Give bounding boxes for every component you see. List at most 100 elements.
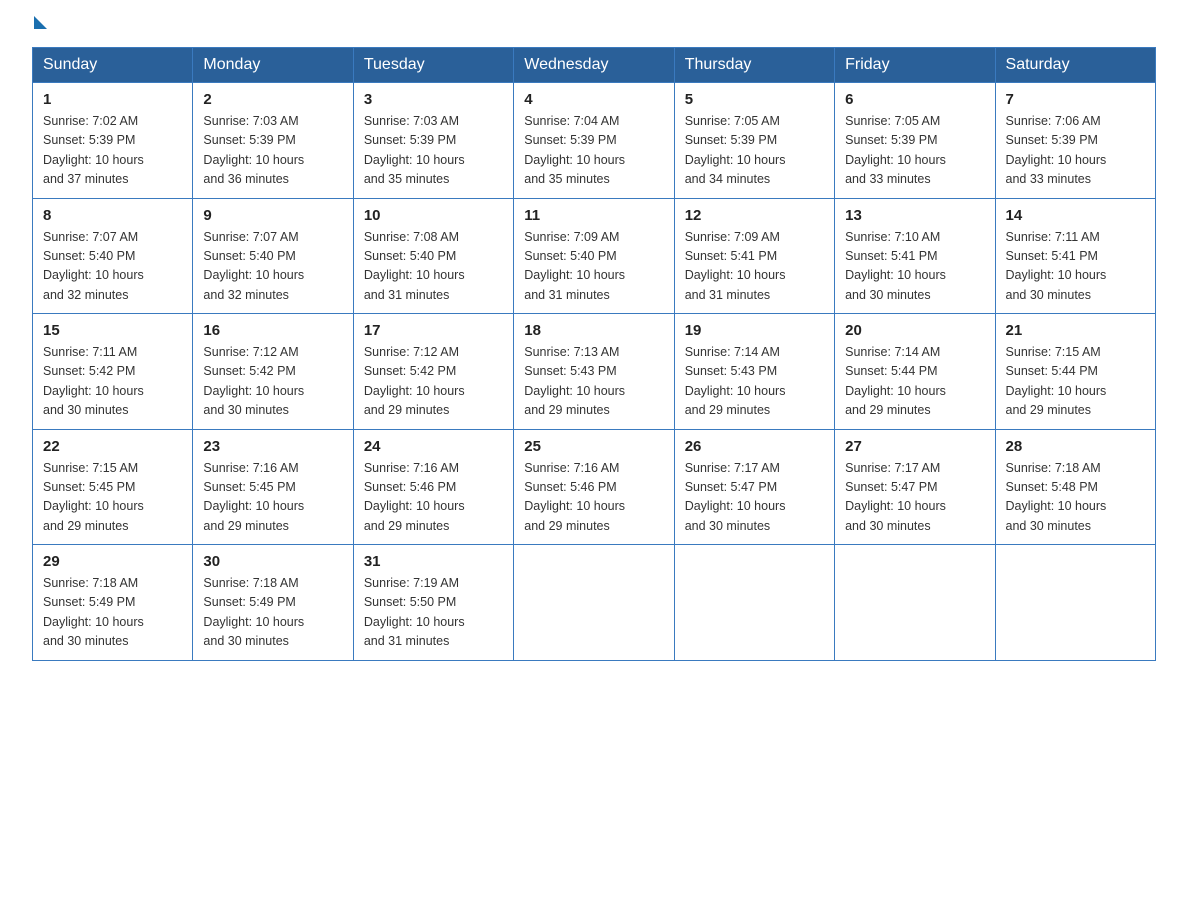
day-header-friday: Friday [835, 48, 995, 83]
calendar-week-row: 1 Sunrise: 7:02 AMSunset: 5:39 PMDayligh… [33, 83, 1156, 199]
day-number: 12 [685, 207, 824, 224]
empty-cell [835, 545, 995, 661]
day-number: 28 [1006, 438, 1145, 455]
day-number: 4 [524, 91, 663, 108]
day-number: 19 [685, 322, 824, 339]
day-number: 26 [685, 438, 824, 455]
calendar-day-cell: 7 Sunrise: 7:06 AMSunset: 5:39 PMDayligh… [995, 83, 1155, 199]
day-info: Sunrise: 7:11 AMSunset: 5:41 PMDaylight:… [1006, 230, 1107, 302]
day-info: Sunrise: 7:05 AMSunset: 5:39 PMDaylight:… [845, 114, 946, 186]
calendar-day-cell: 11 Sunrise: 7:09 AMSunset: 5:40 PMDaylig… [514, 198, 674, 314]
calendar-day-cell: 22 Sunrise: 7:15 AMSunset: 5:45 PMDaylig… [33, 429, 193, 545]
empty-cell [995, 545, 1155, 661]
calendar-day-cell: 18 Sunrise: 7:13 AMSunset: 5:43 PMDaylig… [514, 314, 674, 430]
day-info: Sunrise: 7:04 AMSunset: 5:39 PMDaylight:… [524, 114, 625, 186]
day-number: 18 [524, 322, 663, 339]
day-info: Sunrise: 7:15 AMSunset: 5:45 PMDaylight:… [43, 461, 144, 533]
day-number: 8 [43, 207, 182, 224]
day-info: Sunrise: 7:17 AMSunset: 5:47 PMDaylight:… [845, 461, 946, 533]
day-info: Sunrise: 7:12 AMSunset: 5:42 PMDaylight:… [364, 345, 465, 417]
calendar-day-cell: 3 Sunrise: 7:03 AMSunset: 5:39 PMDayligh… [353, 83, 513, 199]
day-info: Sunrise: 7:18 AMSunset: 5:49 PMDaylight:… [43, 576, 144, 648]
calendar-day-cell: 28 Sunrise: 7:18 AMSunset: 5:48 PMDaylig… [995, 429, 1155, 545]
day-number: 30 [203, 553, 342, 570]
day-number: 29 [43, 553, 182, 570]
calendar-day-cell: 2 Sunrise: 7:03 AMSunset: 5:39 PMDayligh… [193, 83, 353, 199]
calendar-day-cell: 19 Sunrise: 7:14 AMSunset: 5:43 PMDaylig… [674, 314, 834, 430]
calendar-day-cell: 20 Sunrise: 7:14 AMSunset: 5:44 PMDaylig… [835, 314, 995, 430]
day-info: Sunrise: 7:15 AMSunset: 5:44 PMDaylight:… [1006, 345, 1107, 417]
day-header-saturday: Saturday [995, 48, 1155, 83]
day-number: 7 [1006, 91, 1145, 108]
day-info: Sunrise: 7:06 AMSunset: 5:39 PMDaylight:… [1006, 114, 1107, 186]
day-info: Sunrise: 7:07 AMSunset: 5:40 PMDaylight:… [203, 230, 304, 302]
day-number: 14 [1006, 207, 1145, 224]
calendar-day-cell: 21 Sunrise: 7:15 AMSunset: 5:44 PMDaylig… [995, 314, 1155, 430]
day-info: Sunrise: 7:03 AMSunset: 5:39 PMDaylight:… [364, 114, 465, 186]
calendar-day-cell: 6 Sunrise: 7:05 AMSunset: 5:39 PMDayligh… [835, 83, 995, 199]
calendar-day-cell: 4 Sunrise: 7:04 AMSunset: 5:39 PMDayligh… [514, 83, 674, 199]
day-info: Sunrise: 7:02 AMSunset: 5:39 PMDaylight:… [43, 114, 144, 186]
calendar-day-cell: 10 Sunrise: 7:08 AMSunset: 5:40 PMDaylig… [353, 198, 513, 314]
day-number: 24 [364, 438, 503, 455]
day-number: 2 [203, 91, 342, 108]
day-number: 10 [364, 207, 503, 224]
calendar-week-row: 29 Sunrise: 7:18 AMSunset: 5:49 PMDaylig… [33, 545, 1156, 661]
day-info: Sunrise: 7:09 AMSunset: 5:40 PMDaylight:… [524, 230, 625, 302]
day-number: 1 [43, 91, 182, 108]
day-header-tuesday: Tuesday [353, 48, 513, 83]
day-number: 25 [524, 438, 663, 455]
calendar-day-cell: 25 Sunrise: 7:16 AMSunset: 5:46 PMDaylig… [514, 429, 674, 545]
calendar-day-cell: 17 Sunrise: 7:12 AMSunset: 5:42 PMDaylig… [353, 314, 513, 430]
day-number: 22 [43, 438, 182, 455]
calendar-day-cell: 30 Sunrise: 7:18 AMSunset: 5:49 PMDaylig… [193, 545, 353, 661]
day-number: 21 [1006, 322, 1145, 339]
day-number: 15 [43, 322, 182, 339]
day-info: Sunrise: 7:10 AMSunset: 5:41 PMDaylight:… [845, 230, 946, 302]
day-info: Sunrise: 7:12 AMSunset: 5:42 PMDaylight:… [203, 345, 304, 417]
day-info: Sunrise: 7:11 AMSunset: 5:42 PMDaylight:… [43, 345, 144, 417]
day-number: 27 [845, 438, 984, 455]
calendar-day-cell: 26 Sunrise: 7:17 AMSunset: 5:47 PMDaylig… [674, 429, 834, 545]
empty-cell [674, 545, 834, 661]
day-info: Sunrise: 7:16 AMSunset: 5:46 PMDaylight:… [524, 461, 625, 533]
day-info: Sunrise: 7:16 AMSunset: 5:46 PMDaylight:… [364, 461, 465, 533]
calendar-day-cell: 14 Sunrise: 7:11 AMSunset: 5:41 PMDaylig… [995, 198, 1155, 314]
day-info: Sunrise: 7:17 AMSunset: 5:47 PMDaylight:… [685, 461, 786, 533]
calendar-day-cell: 31 Sunrise: 7:19 AMSunset: 5:50 PMDaylig… [353, 545, 513, 661]
day-number: 31 [364, 553, 503, 570]
calendar-day-cell: 13 Sunrise: 7:10 AMSunset: 5:41 PMDaylig… [835, 198, 995, 314]
day-info: Sunrise: 7:18 AMSunset: 5:48 PMDaylight:… [1006, 461, 1107, 533]
calendar-day-cell: 23 Sunrise: 7:16 AMSunset: 5:45 PMDaylig… [193, 429, 353, 545]
day-info: Sunrise: 7:19 AMSunset: 5:50 PMDaylight:… [364, 576, 465, 648]
calendar-day-cell: 15 Sunrise: 7:11 AMSunset: 5:42 PMDaylig… [33, 314, 193, 430]
day-header-thursday: Thursday [674, 48, 834, 83]
day-header-sunday: Sunday [33, 48, 193, 83]
day-number: 20 [845, 322, 984, 339]
calendar-day-cell: 16 Sunrise: 7:12 AMSunset: 5:42 PMDaylig… [193, 314, 353, 430]
calendar-day-cell: 24 Sunrise: 7:16 AMSunset: 5:46 PMDaylig… [353, 429, 513, 545]
day-info: Sunrise: 7:03 AMSunset: 5:39 PMDaylight:… [203, 114, 304, 186]
page-header [32, 24, 1156, 29]
calendar-day-cell: 29 Sunrise: 7:18 AMSunset: 5:49 PMDaylig… [33, 545, 193, 661]
calendar-week-row: 22 Sunrise: 7:15 AMSunset: 5:45 PMDaylig… [33, 429, 1156, 545]
day-info: Sunrise: 7:07 AMSunset: 5:40 PMDaylight:… [43, 230, 144, 302]
day-number: 13 [845, 207, 984, 224]
calendar-day-cell: 27 Sunrise: 7:17 AMSunset: 5:47 PMDaylig… [835, 429, 995, 545]
day-info: Sunrise: 7:16 AMSunset: 5:45 PMDaylight:… [203, 461, 304, 533]
day-number: 6 [845, 91, 984, 108]
day-header-wednesday: Wednesday [514, 48, 674, 83]
day-number: 16 [203, 322, 342, 339]
day-number: 9 [203, 207, 342, 224]
day-info: Sunrise: 7:14 AMSunset: 5:43 PMDaylight:… [685, 345, 786, 417]
day-number: 23 [203, 438, 342, 455]
logo-triangle-icon [34, 16, 47, 29]
logo [32, 24, 47, 29]
calendar-day-cell: 1 Sunrise: 7:02 AMSunset: 5:39 PMDayligh… [33, 83, 193, 199]
day-number: 11 [524, 207, 663, 224]
calendar-header-row: SundayMondayTuesdayWednesdayThursdayFrid… [33, 48, 1156, 83]
day-info: Sunrise: 7:18 AMSunset: 5:49 PMDaylight:… [203, 576, 304, 648]
empty-cell [514, 545, 674, 661]
day-info: Sunrise: 7:05 AMSunset: 5:39 PMDaylight:… [685, 114, 786, 186]
day-number: 17 [364, 322, 503, 339]
